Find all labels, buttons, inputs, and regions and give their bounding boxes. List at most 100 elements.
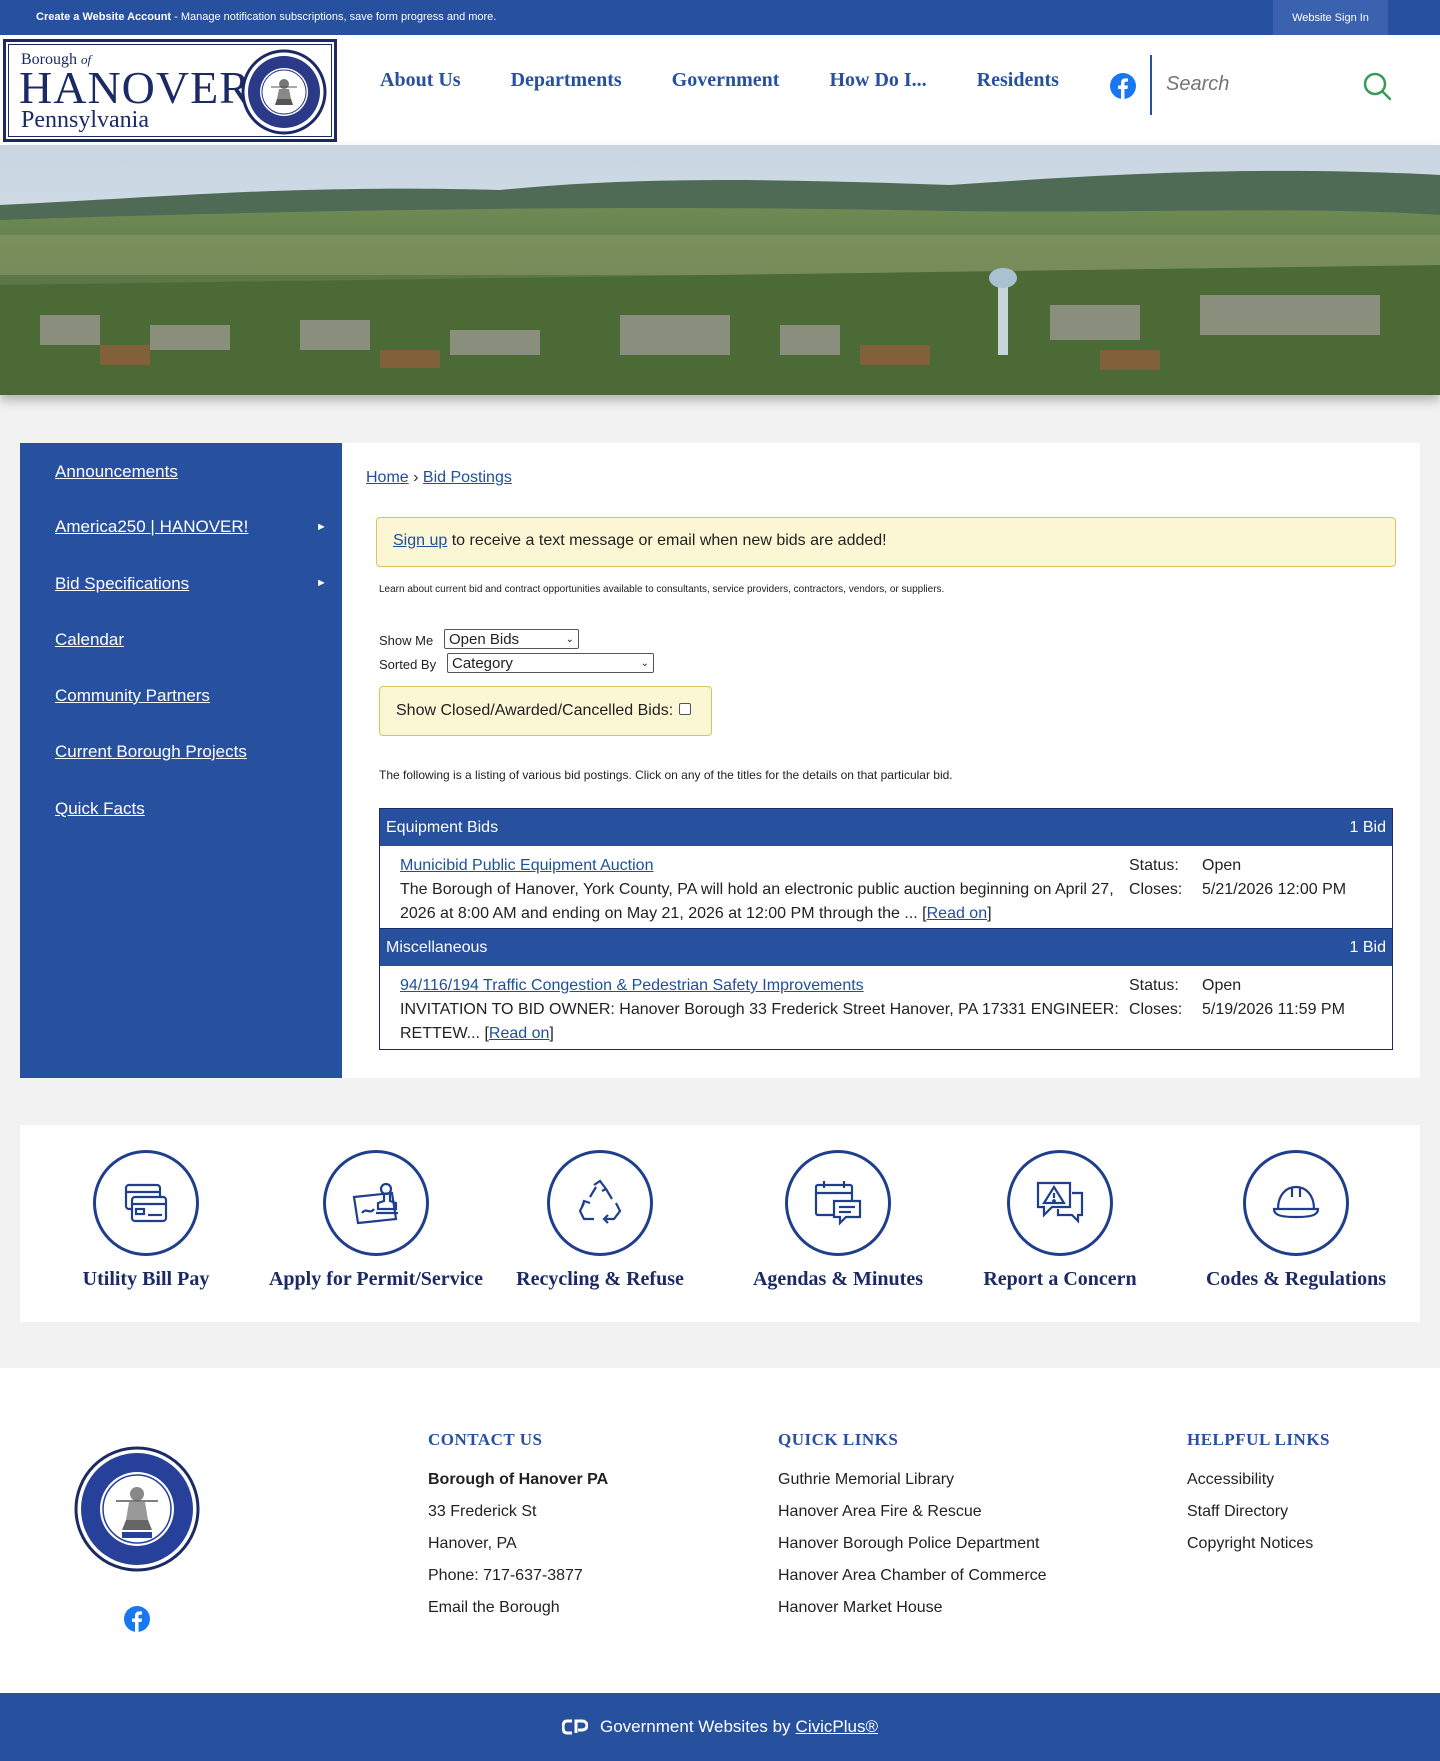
website-sign-in-button[interactable]: Website Sign In [1273,0,1388,35]
sidebar-item-community-partners[interactable]: Community Partners [55,686,210,706]
bottom-bar: Government Websites by CivicPlus® [0,1693,1440,1761]
credit-card-icon [124,1183,168,1223]
footer-link-library[interactable]: Guthrie Memorial Library [778,1471,954,1489]
top-bar: Create a Website Account - Manage notifi… [0,0,1440,35]
nav-how-do-i[interactable]: How Do I... [829,69,926,92]
sidebar-item-announcements[interactable]: Announcements [55,462,178,482]
status-value: Open [1202,857,1242,874]
signup-notice-text: to receive a text message or email when … [447,532,887,549]
breadcrumb: Home › Bid Postings [366,469,512,487]
nav-about-us[interactable]: About Us [380,69,461,92]
bottom-bar-text: Government Websites by [600,1717,791,1736]
nav-residents[interactable]: Residents [977,69,1059,92]
category-name: Miscellaneous [386,938,488,956]
contact-address-line2: Hanover, PA [428,1535,517,1552]
contact-name: Borough of Hanover PA [428,1471,609,1488]
footer-link-chamber[interactable]: Hanover Area Chamber of Commerce [778,1567,1047,1585]
search-divider [1150,55,1152,115]
status-value: Open [1202,977,1242,994]
read-on-link[interactable]: Read on [489,1025,550,1042]
helpful-links-heading: HELPFUL LINKS [1187,1430,1331,1449]
page-intro-text: Learn about current bid and contract opp… [379,584,945,595]
signup-link[interactable]: Sign up [393,532,447,549]
footer-link-police[interactable]: Hanover Borough Police Department [778,1535,1039,1553]
create-account-link[interactable]: Create a Website Account - Manage notifi… [36,11,496,23]
nav-departments[interactable]: Departments [511,69,622,92]
quick-link-label: Report a Concern [983,1268,1137,1290]
quick-link-report-concern[interactable]: Report a Concern [960,1150,1160,1291]
contact-us-heading: CONTACT US [428,1430,543,1449]
bid-row: 94/116/194 Traffic Congestion & Pedestri… [380,966,1392,1049]
search-input[interactable] [1166,73,1346,96]
footer-link-staff-directory[interactable]: Staff Directory [1187,1503,1288,1521]
footer-link-market-house[interactable]: Hanover Market House [778,1599,943,1617]
recycle-icon [578,1179,622,1224]
breadcrumb-home-link[interactable]: Home [366,469,409,486]
category-count: 1 Bid [1349,818,1386,836]
nav-government[interactable]: Government [672,69,780,92]
facebook-icon[interactable] [124,1606,150,1632]
bid-title-link[interactable]: 94/116/194 Traffic Congestion & Pedestri… [400,977,864,994]
footer-link-copyright[interactable]: Copyright Notices [1187,1535,1313,1553]
show-me-value: Open Bids [449,630,520,648]
quick-link-label: Recycling & Refuse [516,1268,684,1290]
expand-arrow-icon[interactable]: ► [316,521,327,533]
facebook-icon[interactable] [1110,73,1136,99]
stamp-icon [352,1182,398,1225]
email-borough-link[interactable]: Email the Borough [428,1599,560,1617]
chevron-down-icon: ⌄ [640,657,649,669]
hard-hat-icon [1272,1185,1320,1219]
bid-row: Municibid Public Equipment Auction The B… [380,846,1392,929]
chevron-down-icon: ⌄ [565,633,574,645]
calendar-chat-icon [814,1181,862,1226]
site-header: Borough of HANOVER Pennsylvania About Us… [0,35,1440,145]
town-landscape-image [0,145,1440,395]
site-logo[interactable]: Borough of HANOVER Pennsylvania [3,39,337,142]
footer-link-fire-rescue[interactable]: Hanover Area Fire & Rescue [778,1503,982,1521]
sidebar-item-quick-facts[interactable]: Quick Facts [55,799,145,819]
sidebar-item-current-borough-projects[interactable]: Current Borough Projects [55,742,247,762]
closes-label: Closes: [1129,1001,1183,1018]
read-on-link[interactable]: Read on [927,905,988,922]
category-name: Equipment Bids [386,818,499,836]
footer-link-accessibility[interactable]: Accessibility [1187,1471,1274,1489]
category-header: Miscellaneous 1 Bid [380,929,1392,966]
show-closed-label: Show Closed/Awarded/Cancelled Bids: [396,702,674,719]
borough-seal-icon [241,49,327,135]
expand-arrow-icon[interactable]: ► [316,577,327,589]
sorted-by-value: Category [452,654,513,672]
listing-note: The following is a listing of various bi… [379,768,953,782]
quick-link-apply-permit[interactable]: Apply for Permit/Service [264,1150,488,1291]
civicplus-logo-icon [562,1719,588,1735]
search-icon[interactable] [1362,71,1392,101]
quick-links-heading: QUICK LINKS [778,1430,899,1449]
quick-link-label: Agendas & Minutes [752,1268,923,1290]
logo-hanover-text: HANOVER [19,62,251,113]
quick-link-agendas-minutes[interactable]: Agendas & Minutes [738,1150,938,1291]
show-me-select[interactable]: Open Bids ⌄ [444,629,579,649]
show-closed-box: Show Closed/Awarded/Cancelled Bids: [379,686,712,736]
main-nav: About Us Departments Government How Do I… [380,69,1109,92]
sidebar-item-calendar[interactable]: Calendar [55,630,124,650]
quick-link-utility-bill-pay[interactable]: Utility Bill Pay [46,1150,246,1291]
bid-title-link[interactable]: Municibid Public Equipment Auction [400,857,653,874]
sorted-by-label: Sorted By [379,657,437,672]
civicplus-link[interactable]: CivicPlus® [796,1717,878,1737]
category-count: 1 Bid [1349,938,1386,956]
signup-notice: Sign up to receive a text message or ema… [376,517,1396,567]
site-footer [0,1368,1440,1693]
closes-label: Closes: [1129,881,1183,898]
show-closed-checkbox[interactable] [679,702,692,715]
sidebar-item-america250[interactable]: America250 | HANOVER! [55,517,248,537]
quick-link-recycling-refuse[interactable]: Recycling & Refuse [504,1150,696,1291]
breadcrumb-current-link[interactable]: Bid Postings [423,469,512,486]
bid-table: Equipment Bids 1 Bid Municibid Public Eq… [379,808,1393,1050]
quick-link-label: Apply for Permit/Service [268,1268,483,1290]
closes-value: 5/19/2026 11:59 PM [1202,1001,1345,1018]
sidebar-item-bid-specifications[interactable]: Bid Specifications [55,574,189,594]
sidebar: Announcements America250 | HANOVER! ► Bi… [20,443,342,1078]
quick-link-codes-regulations[interactable]: Codes & Regulations [1196,1150,1396,1291]
breadcrumb-separator: › [408,469,423,486]
sorted-by-select[interactable]: Category ⌄ [447,653,654,673]
show-me-label: Show Me [379,633,434,648]
